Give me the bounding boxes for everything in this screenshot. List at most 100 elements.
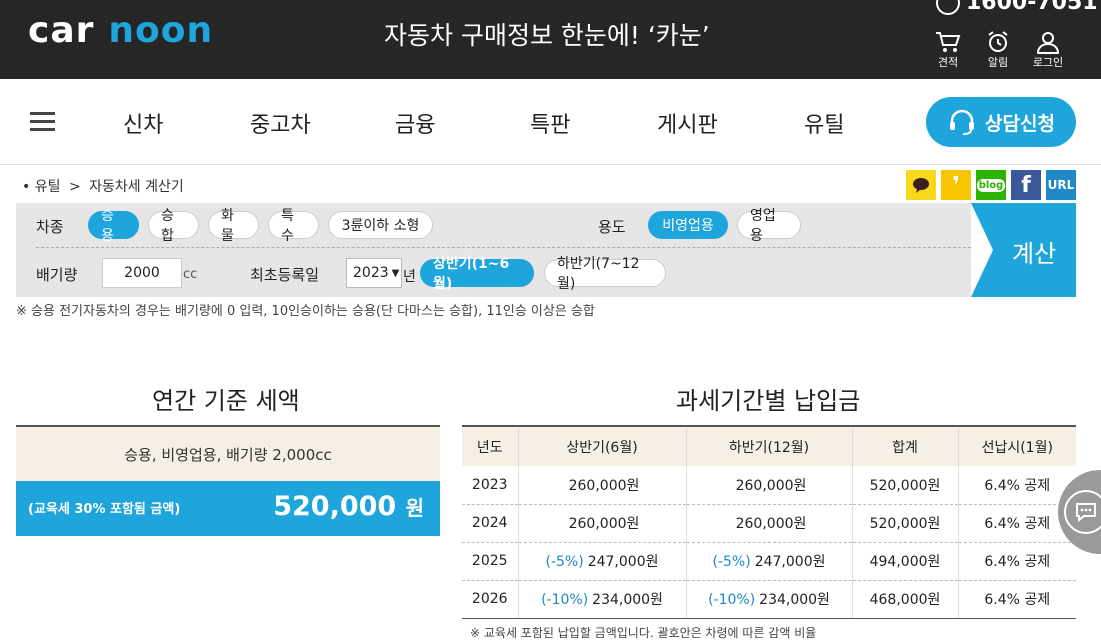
cell-total: 494,000원 bbox=[852, 542, 959, 581]
annual-amount-unit: 원 bbox=[405, 496, 424, 520]
breadcrumb-current: 자동차세 계산기 bbox=[89, 179, 184, 195]
cell-total: 520,000원 bbox=[852, 466, 959, 505]
slogan: 자동차 구매정보 한눈에! ‘카눈’ bbox=[384, 21, 710, 50]
nav-item-used-car[interactable]: 중고차 bbox=[250, 107, 311, 139]
consult-button[interactable]: 상담신청 bbox=[926, 97, 1076, 147]
nav-item-finance[interactable]: 금융 bbox=[395, 107, 435, 139]
menu-hamburger-icon[interactable] bbox=[30, 112, 55, 131]
cell-amount: 234,000원 bbox=[759, 592, 830, 608]
blog-share-icon[interactable]: blog bbox=[976, 170, 1006, 200]
cell-amount: 260,000원 bbox=[735, 477, 807, 494]
cell-year: 2026 bbox=[462, 580, 519, 619]
breadcrumb-separator: > bbox=[68, 179, 81, 195]
cell-amount: 234,000원 bbox=[592, 592, 663, 608]
nav-item-special[interactable]: 특판 bbox=[530, 107, 570, 139]
cell-total: 468,000원 bbox=[852, 580, 959, 619]
cell-amount: 247,000원 bbox=[587, 554, 659, 570]
annual-included-label: (교육세 30% 포함됨 금액) bbox=[28, 502, 181, 517]
displacement-unit: cc bbox=[183, 267, 198, 282]
annual-result: (교육세 30% 포함됨 금액) 520,000 원 bbox=[16, 481, 440, 536]
half-option-first[interactable]: 상반기(1~6월) bbox=[420, 256, 534, 292]
registration-year-value: 2023 bbox=[353, 265, 389, 281]
calculate-button-label[interactable]: 계산 bbox=[1012, 234, 1056, 269]
phone-icon bbox=[936, 0, 960, 15]
share-icons: ❜ blog f URL bbox=[906, 170, 1076, 200]
kakaostory-share-icon[interactable]: ❜ bbox=[941, 170, 971, 200]
estimate-label: 견적 bbox=[937, 56, 959, 69]
period-title: 과세기간별 납입금 bbox=[676, 387, 861, 415]
type-option-three-wheel[interactable]: 3륜이하 소형 bbox=[328, 211, 433, 239]
chat-bubble-icon bbox=[1064, 490, 1101, 534]
blog-share-label: blog bbox=[976, 178, 1006, 192]
displacement-input[interactable]: 2000 bbox=[102, 258, 182, 288]
displacement-label: 배기량 bbox=[36, 266, 78, 284]
header-icons: 견적 알림 로그인 bbox=[930, 30, 1066, 70]
kakaotalk-share-icon[interactable] bbox=[906, 170, 936, 200]
alarm-button[interactable]: 알림 bbox=[980, 30, 1016, 70]
top-bar: car noon 자동차 구매정보 한눈에! ‘카눈’ 1600-7051 견적… bbox=[0, 0, 1101, 79]
usage-label: 용도 bbox=[598, 218, 626, 236]
logo[interactable]: car noon bbox=[28, 9, 214, 51]
cell-discount: (-10%) bbox=[708, 592, 756, 608]
usage-option-commercial[interactable]: 영업용 bbox=[737, 208, 801, 244]
nav-item-util[interactable]: 유틸 bbox=[804, 107, 844, 139]
alarm-clock-icon bbox=[988, 31, 1008, 52]
url-share-icon[interactable]: URL bbox=[1046, 170, 1076, 200]
registration-label: 최초등록일 bbox=[250, 266, 320, 284]
login-button[interactable]: 로그인 bbox=[1030, 30, 1066, 70]
facebook-share-icon[interactable]: f bbox=[1011, 170, 1041, 200]
phone-text: 1600-7051 bbox=[966, 0, 1098, 15]
chevron-down-icon: ▼ bbox=[391, 267, 400, 279]
calculator-note: ※ 승용 전기자동차의 경우는 배기량에 0 입력, 10인승이하는 승용(단 … bbox=[16, 304, 595, 319]
annual-title: 연간 기준 세액 bbox=[152, 387, 300, 415]
cell-amount: 247,000원 bbox=[754, 554, 826, 570]
breadcrumb: • 유틸 > 자동차세 계산기 bbox=[22, 179, 184, 195]
annual-summary: 승용, 비영업용, 배기량 2,000cc bbox=[16, 425, 440, 481]
cell-discount: (-5%) bbox=[545, 554, 584, 570]
cell-discount: (-10%) bbox=[541, 592, 589, 608]
table-row: 2026 (-10%) 234,000원 (-10%) 234,000원 468,0… bbox=[462, 580, 1076, 619]
logo-text-right: noon bbox=[108, 9, 214, 51]
col-header-second-half: 하반기(12월) bbox=[686, 425, 853, 466]
type-option-truck[interactable]: 화물 bbox=[208, 208, 259, 244]
car-type-label: 차종 bbox=[36, 218, 64, 236]
cell-year: 2024 bbox=[462, 504, 519, 543]
col-header-prepay: 선납시(1월) bbox=[958, 425, 1076, 466]
col-header-first-half: 상반기(6월) bbox=[518, 425, 687, 466]
cell-prepay: 6.4% 공제 bbox=[958, 542, 1076, 581]
col-header-total: 합계 bbox=[852, 425, 959, 466]
breadcrumb-root[interactable]: 유틸 bbox=[35, 179, 61, 195]
cart-icon bbox=[936, 32, 961, 52]
type-option-special[interactable]: 특수 bbox=[268, 208, 319, 244]
year-unit: 년 bbox=[403, 269, 416, 285]
usage-option-noncommercial[interactable]: 비영업용 bbox=[648, 211, 728, 239]
estimate-button[interactable]: 견적 bbox=[930, 30, 966, 70]
user-icon bbox=[1036, 32, 1060, 54]
main-nav: 신차 중고차 금융 특판 게시판 유틸 상담신청 bbox=[0, 79, 1101, 165]
phone-number[interactable]: 1600-7051 bbox=[936, 0, 1098, 15]
alarm-label: 알림 bbox=[987, 56, 1009, 69]
registration-year-select[interactable]: 2023 ▼ bbox=[346, 258, 402, 288]
logo-text-left: car bbox=[28, 9, 95, 51]
cell-total: 520,000원 bbox=[852, 504, 959, 543]
nav-item-new-car[interactable]: 신차 bbox=[123, 107, 163, 139]
type-option-passenger[interactable]: 승용 bbox=[88, 208, 139, 244]
consult-label: 상담신청 bbox=[985, 112, 1055, 135]
period-table: 년도 상반기(6월) 하반기(12월) 합계 선납시(1월) 2023 260,… bbox=[462, 425, 1076, 619]
cell-prepay: 6.4% 공제 bbox=[958, 466, 1076, 505]
table-row: 2025 (-5%) 247,000원 (-5%) 247,000원 494,000… bbox=[462, 542, 1076, 581]
cell-discount: (-5%) bbox=[712, 554, 751, 570]
annual-amount: 520,000 bbox=[273, 491, 397, 522]
cell-year: 2023 bbox=[462, 466, 519, 505]
half-option-second[interactable]: 하반기(7~12월) bbox=[544, 256, 666, 292]
cell-amount: 260,000원 bbox=[735, 516, 807, 532]
calculator-divider bbox=[36, 247, 971, 248]
table-row: 2023 260,000원 260,000원 520,000원 6.4% 공제 bbox=[462, 466, 1076, 505]
cell-amount: 260,000원 bbox=[568, 516, 640, 532]
nav-item-board[interactable]: 게시판 bbox=[657, 107, 718, 139]
type-option-van[interactable]: 승합 bbox=[148, 208, 199, 244]
col-header-year: 년도 bbox=[462, 425, 519, 466]
headset-icon bbox=[950, 109, 975, 135]
cell-prepay: 6.4% 공제 bbox=[958, 580, 1076, 619]
table-footnote: ※ 교육세 포함된 납입할 금액입니다. 괄호안은 차령에 따른 감액 비율 bbox=[470, 626, 817, 640]
